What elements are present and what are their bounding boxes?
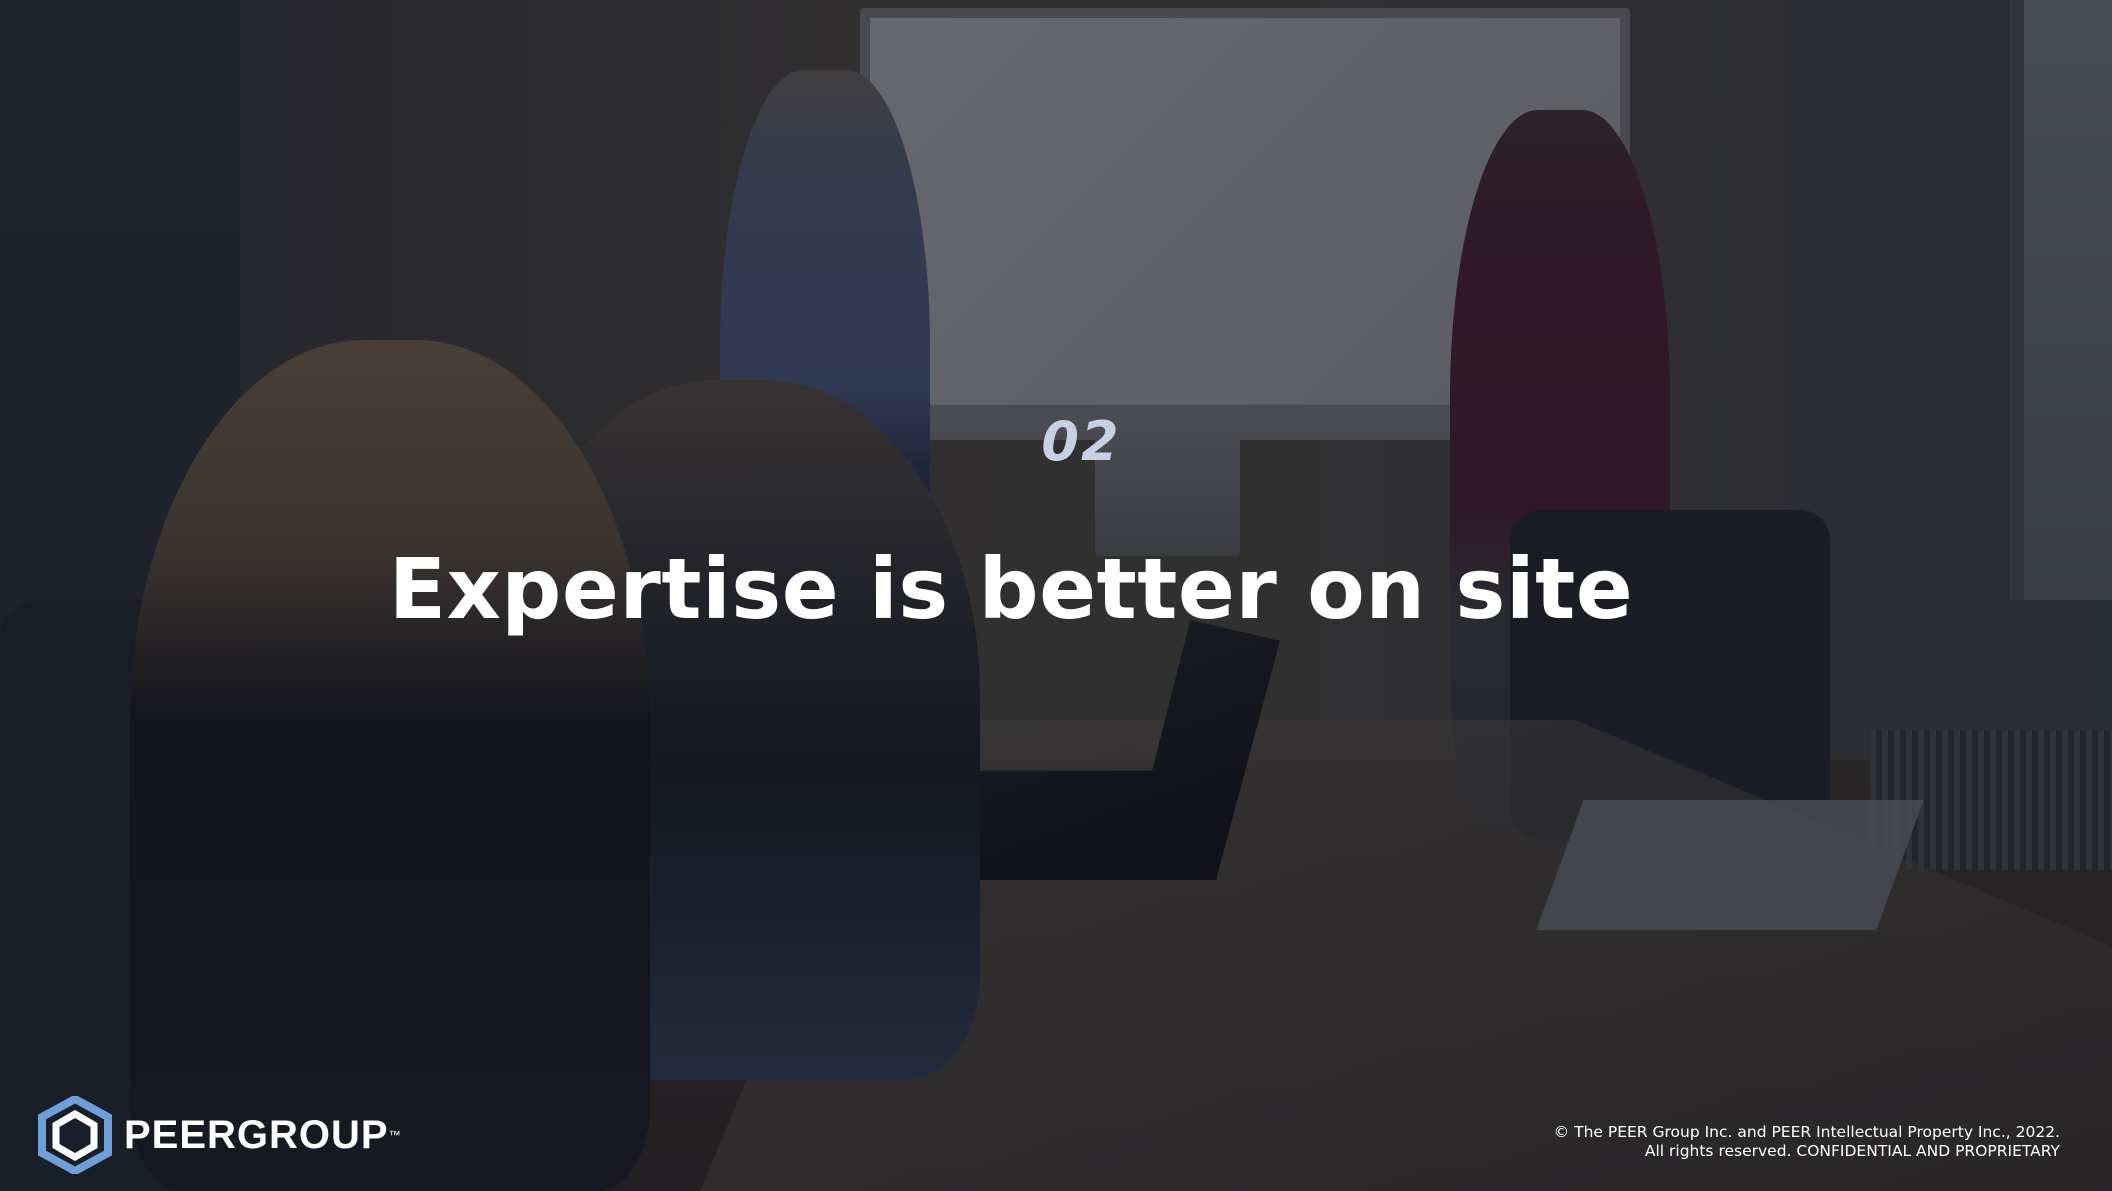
- copyright-line-2: All rights reserved. CONFIDENTIAL AND PR…: [1644, 1142, 2060, 1160]
- logo-wordmark: PEERGROUP: [124, 1112, 389, 1157]
- section-number: 02: [1041, 410, 1121, 473]
- slide: 02 Expertise is better on site PEERGROUP…: [0, 0, 2112, 1191]
- slide-headline: Expertise is better on site: [388, 540, 1634, 638]
- hexagon-logo-icon: [38, 1096, 112, 1174]
- logo-trademark: ™: [388, 1128, 401, 1142]
- copyright-line-1: © The PEER Group Inc. and PEER Intellect…: [1553, 1123, 2060, 1141]
- peergroup-logo: PEERGROUP ™: [38, 1096, 401, 1174]
- copyright-notice: © The PEER Group Inc. and PEER Intellect…: [1554, 1123, 2060, 1161]
